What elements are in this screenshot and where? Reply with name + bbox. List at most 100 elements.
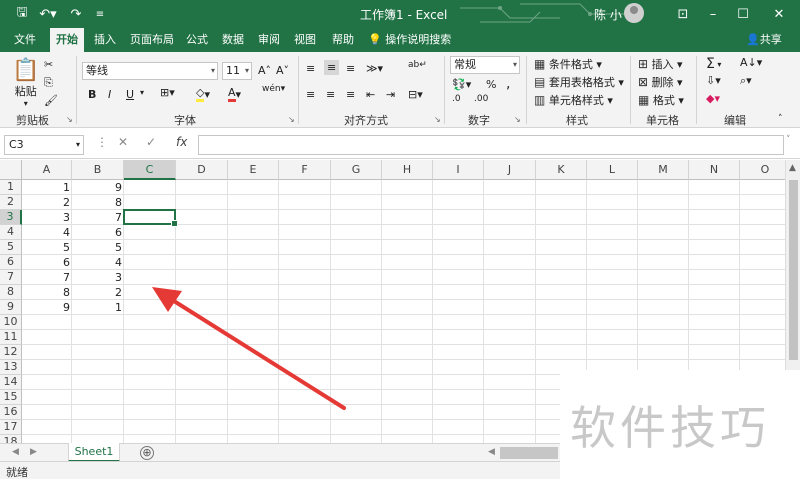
row-header-11[interactable]: 11 bbox=[0, 330, 22, 345]
dialog-launcher-icon[interactable]: ↘ bbox=[288, 115, 295, 124]
row-header-7[interactable]: 7 bbox=[0, 270, 22, 285]
share-button[interactable]: 👤共享 bbox=[746, 28, 782, 52]
chevron-down-icon[interactable]: ▾ bbox=[140, 88, 144, 97]
cut-icon[interactable]: ✂ bbox=[44, 58, 53, 71]
decrease-indent-icon[interactable]: ⇤ bbox=[366, 88, 375, 101]
align-left-icon[interactable]: ≡ bbox=[306, 88, 315, 101]
tab-help[interactable]: 帮助 bbox=[326, 28, 360, 52]
cell-b7[interactable]: 3 bbox=[72, 270, 124, 285]
sheet-tab-sheet1[interactable]: Sheet1 bbox=[68, 443, 120, 462]
avatar[interactable] bbox=[624, 3, 644, 23]
formula-input[interactable] bbox=[198, 135, 784, 155]
row-header-1[interactable]: 1 bbox=[0, 180, 22, 195]
tab-page-layout[interactable]: 页面布局 bbox=[124, 28, 180, 52]
format-painter-icon[interactable]: 🖌 bbox=[44, 94, 58, 107]
decrease-decimal-icon[interactable]: .00 bbox=[474, 94, 488, 104]
cell-a2[interactable]: 2 bbox=[22, 195, 72, 210]
row-header-5[interactable]: 5 bbox=[0, 240, 22, 255]
column-header-b[interactable]: B bbox=[72, 160, 124, 180]
cell-styles-button[interactable]: ▥ 单元格样式 ▾ bbox=[534, 92, 613, 108]
cancel-icon[interactable]: ✕ bbox=[118, 135, 128, 149]
column-header-c[interactable]: C bbox=[124, 160, 176, 180]
column-header-g[interactable]: G bbox=[331, 160, 382, 180]
column-header-m[interactable]: M bbox=[638, 160, 689, 180]
close-icon[interactable]: ✕ bbox=[764, 0, 794, 28]
align-middle-icon[interactable]: ≡ bbox=[324, 60, 340, 75]
autosum-button[interactable]: Σ ▾ bbox=[706, 56, 721, 72]
cell-a5[interactable]: 5 bbox=[22, 240, 72, 255]
scrollbar-thumb[interactable] bbox=[789, 180, 798, 360]
column-header-a[interactable]: A bbox=[22, 160, 72, 180]
tab-file[interactable]: 文件 bbox=[8, 28, 42, 52]
row-header-10[interactable]: 10 bbox=[0, 315, 22, 330]
undo-icon[interactable]: ↶▾ bbox=[36, 0, 60, 28]
tab-review[interactable]: 审阅 bbox=[252, 28, 286, 52]
insert-cells-button[interactable]: ⊞ 插入 ▾ bbox=[638, 56, 683, 72]
row-header-17[interactable]: 17 bbox=[0, 420, 22, 435]
comma-button[interactable]: , bbox=[506, 76, 510, 92]
redo-icon[interactable]: ↷ bbox=[66, 0, 86, 28]
row-header-14[interactable]: 14 bbox=[0, 375, 22, 390]
row-header-4[interactable]: 4 bbox=[0, 225, 22, 240]
orientation-icon[interactable]: ≫▾ bbox=[366, 62, 383, 75]
row-header-8[interactable]: 8 bbox=[0, 285, 22, 300]
row-header-12[interactable]: 12 bbox=[0, 345, 22, 360]
bold-button[interactable]: B bbox=[88, 88, 96, 101]
sort-filter-icon[interactable]: A↓▾ bbox=[740, 56, 762, 69]
cell-a3[interactable]: 3 bbox=[22, 210, 72, 225]
prev-sheet-icon[interactable]: ◀ bbox=[12, 447, 19, 457]
delete-cells-button[interactable]: ⊠ 删除 ▾ bbox=[638, 74, 683, 90]
insert-function-button[interactable]: fx bbox=[176, 135, 187, 149]
cell-a9[interactable]: 9 bbox=[22, 300, 72, 315]
cell-a4[interactable]: 4 bbox=[22, 225, 72, 240]
column-header-j[interactable]: J bbox=[484, 160, 536, 180]
scroll-up-icon[interactable]: ▲ bbox=[789, 163, 796, 173]
tab-home[interactable]: 开始 bbox=[50, 28, 84, 52]
row-header-3[interactable]: 3 bbox=[0, 210, 22, 225]
row-header-18[interactable]: 18 bbox=[0, 435, 22, 443]
column-header-h[interactable]: H bbox=[382, 160, 433, 180]
column-header-o[interactable]: O bbox=[740, 160, 785, 180]
cell-b4[interactable]: 6 bbox=[72, 225, 124, 240]
column-header-i[interactable]: I bbox=[433, 160, 484, 180]
merge-center-icon[interactable]: ⊟▾ bbox=[408, 88, 423, 101]
fill-color-icon[interactable]: ◇ ▾ bbox=[196, 86, 210, 102]
select-all-corner[interactable] bbox=[0, 160, 22, 180]
column-header-d[interactable]: D bbox=[176, 160, 228, 180]
row-header-13[interactable]: 13 bbox=[0, 360, 22, 375]
row-header-15[interactable]: 15 bbox=[0, 390, 22, 405]
row-header-9[interactable]: 9 bbox=[0, 300, 22, 315]
cell-b6[interactable]: 4 bbox=[72, 255, 124, 270]
align-bottom-icon[interactable]: ≡ bbox=[346, 62, 355, 75]
cell-a8[interactable]: 8 bbox=[22, 285, 72, 300]
name-box[interactable]: C3 ▾ bbox=[4, 135, 84, 155]
font-name-select[interactable]: 等线 ▾ bbox=[82, 62, 218, 80]
paste-button[interactable]: 📋 粘贴 ▾ bbox=[12, 58, 39, 108]
collapse-ribbon-icon[interactable]: ˄ bbox=[778, 114, 783, 124]
phonetic-icon[interactable]: wén▾ bbox=[262, 84, 285, 94]
format-cells-button[interactable]: ▦ 格式 ▾ bbox=[638, 92, 684, 108]
cell-a6[interactable]: 6 bbox=[22, 255, 72, 270]
format-as-table-button[interactable]: ▤ 套用表格格式 ▾ bbox=[534, 74, 624, 90]
row-header-16[interactable]: 16 bbox=[0, 405, 22, 420]
increase-font-icon[interactable]: A˄ bbox=[258, 64, 271, 77]
column-header-f[interactable]: F bbox=[279, 160, 331, 180]
align-center-icon[interactable]: ≡ bbox=[326, 88, 335, 101]
conditional-format-button[interactable]: ▦ 条件格式 ▾ bbox=[534, 56, 602, 72]
clear-icon[interactable]: ◆▾ bbox=[706, 92, 720, 105]
underline-button[interactable]: U bbox=[126, 88, 134, 101]
column-header-l[interactable]: L bbox=[587, 160, 638, 180]
increase-indent-icon[interactable]: ⇥ bbox=[386, 88, 395, 101]
italic-button[interactable]: I bbox=[108, 88, 111, 101]
find-icon[interactable]: ⌕▾ bbox=[740, 74, 752, 88]
column-header-n[interactable]: N bbox=[689, 160, 740, 180]
number-format-select[interactable]: 常规 ▾ bbox=[450, 56, 520, 74]
expand-formula-icon[interactable]: ˅ bbox=[786, 135, 791, 145]
decrease-font-icon[interactable]: A˅ bbox=[276, 64, 289, 77]
tab-formulas[interactable]: 公式 bbox=[180, 28, 214, 52]
copy-icon[interactable]: ⎘ bbox=[44, 76, 53, 90]
customize-icon[interactable]: ≡ bbox=[92, 0, 108, 28]
dialog-launcher-icon[interactable]: ↘ bbox=[66, 115, 73, 124]
percent-button[interactable]: % bbox=[486, 78, 496, 91]
cell-b1[interactable]: 9 bbox=[72, 180, 124, 195]
